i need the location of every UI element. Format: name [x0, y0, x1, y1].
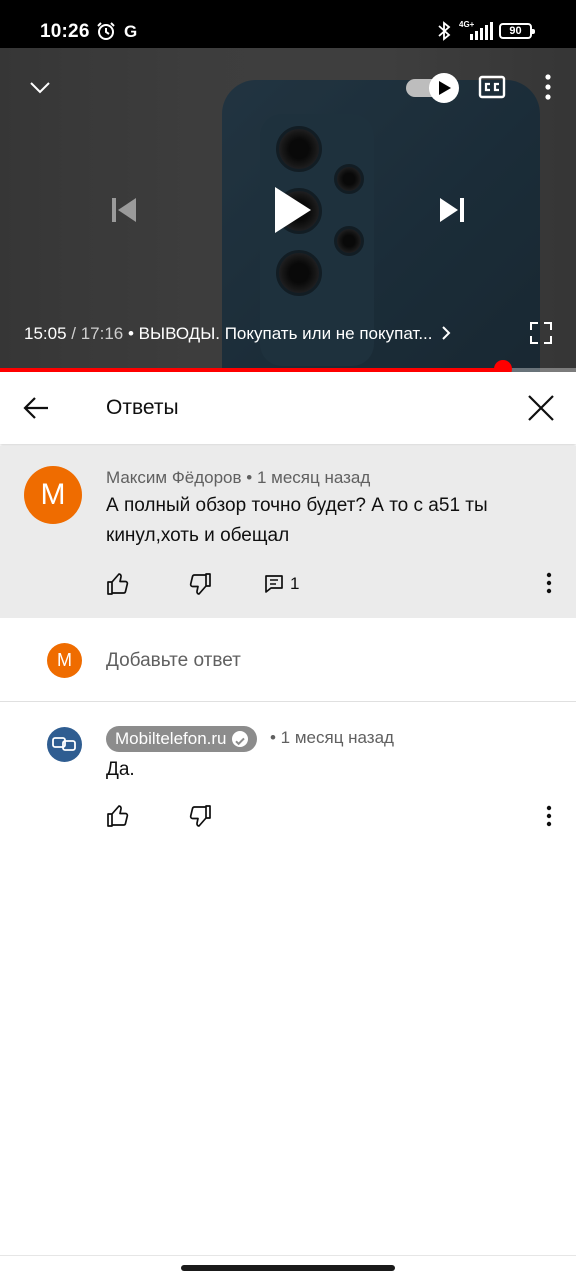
play-icon[interactable] [272, 185, 312, 240]
google-icon: G [124, 22, 138, 41]
status-time: 10:26 [40, 21, 90, 42]
nav-divider [0, 1255, 576, 1256]
chat-bubbles-icon [52, 737, 76, 751]
captions-icon[interactable] [478, 75, 506, 104]
reply-comment: Mobiltelefon.ru • 1 месяц назад Да. [0, 703, 576, 853]
comment-time: • 1 месяц назад [246, 468, 371, 487]
channel-badge[interactable]: Mobiltelefon.ru [106, 726, 257, 752]
comment-meta: Максим Фёдоров • 1 месяц назад [106, 468, 370, 488]
duration: 17:16 [80, 324, 124, 343]
avatar[interactable]: М [24, 466, 82, 524]
comment-author[interactable]: Максим Фёдоров [106, 468, 242, 487]
like-icon[interactable] [106, 572, 130, 601]
bluetooth-icon [437, 21, 451, 46]
current-time: 15:05 [24, 324, 67, 343]
page-title: Ответы [106, 396, 179, 419]
autoplay-toggle-icon[interactable] [404, 72, 460, 109]
close-icon[interactable] [527, 394, 555, 427]
reply-icon[interactable] [264, 574, 284, 599]
reply-text: Да. [106, 759, 135, 780]
like-icon[interactable] [106, 804, 130, 833]
video-player[interactable]: 15:05 / 17:16 • ВЫВОДЫ. Покупать или не … [0, 48, 576, 372]
dislike-icon[interactable] [188, 572, 212, 601]
home-indicator[interactable] [181, 1265, 395, 1271]
alarm-icon [96, 21, 116, 46]
reply-count: 1 [290, 574, 300, 593]
next-icon[interactable] [438, 196, 466, 229]
parent-comment: М Максим Фёдоров • 1 месяц назад А полны… [0, 446, 576, 618]
verified-icon [231, 731, 248, 747]
reply-author: Mobiltelefon.ru [115, 729, 227, 748]
dislike-icon[interactable] [188, 804, 212, 833]
add-reply-row[interactable]: М Добавьте ответ [0, 618, 576, 702]
more-vert-icon[interactable] [546, 805, 552, 832]
battery-indicator: 90 [499, 23, 535, 39]
signal-icon [470, 22, 494, 45]
fullscreen-icon[interactable] [530, 322, 552, 349]
chapter-title: • ВЫВОДЫ. Покупать или не покупат... [128, 324, 433, 343]
channel-avatar[interactable] [47, 727, 82, 762]
comment-text: А полный обзор точно будет? А то с а51 т… [106, 495, 488, 546]
previous-icon[interactable] [110, 196, 138, 229]
back-arrow-icon[interactable] [22, 394, 50, 427]
reply-time: • 1 месяц назад [270, 728, 394, 747]
time-separator: / [66, 324, 81, 343]
status-bar: 10:26 G 4G+ 90 [0, 0, 576, 48]
avatar: М [47, 643, 82, 678]
chevron-down-icon[interactable] [28, 76, 52, 105]
more-vert-icon[interactable] [544, 74, 552, 105]
add-reply-input[interactable]: Добавьте ответ [106, 650, 241, 672]
more-vert-icon[interactable] [546, 572, 552, 599]
player-time-and-chapter[interactable]: 15:05 / 17:16 • ВЫВОДЫ. Покупать или не … [24, 324, 451, 345]
replies-header: Ответы [0, 372, 576, 444]
chevron-right-icon [441, 325, 451, 345]
